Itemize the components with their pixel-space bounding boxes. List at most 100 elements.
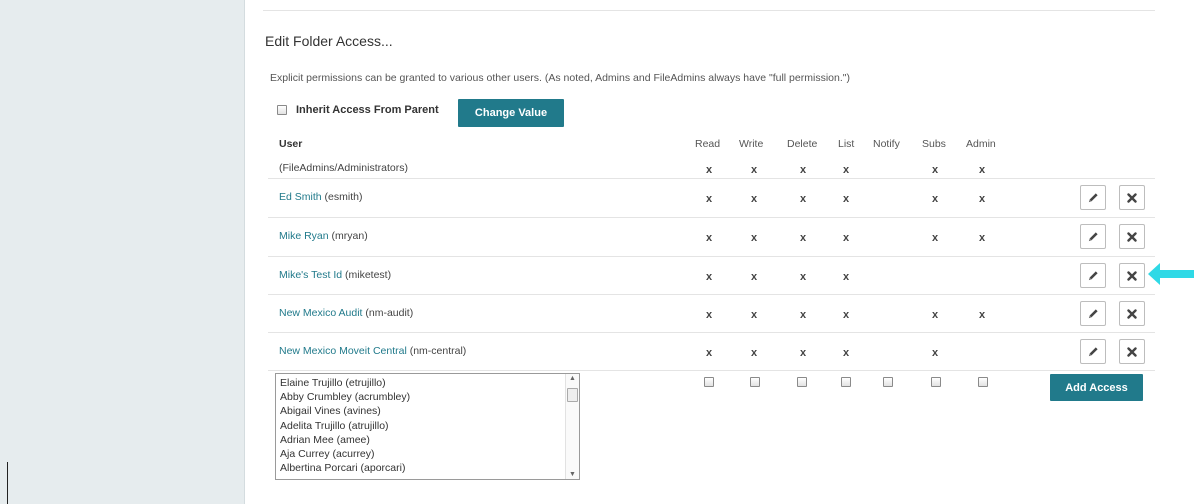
arrow-left-icon	[1148, 263, 1194, 285]
add-access-button[interactable]: Add Access	[1050, 374, 1143, 401]
edit-button[interactable]	[1080, 185, 1106, 210]
permission-write-mark: x	[751, 309, 758, 321]
user-id: (FileAdmins/Administrators)	[279, 161, 408, 174]
user-cell: New Mexico Audit (nm-audit)	[279, 307, 413, 319]
user-id: (esmith)	[321, 191, 363, 203]
list-item[interactable]: Albertina Porcari (aporcari)	[280, 461, 410, 475]
new-admin-checkbox[interactable]	[978, 377, 988, 387]
edit-button[interactable]	[1080, 224, 1106, 249]
new-subs-checkbox[interactable]	[931, 377, 941, 387]
new-write-checkbox[interactable]	[750, 377, 760, 387]
permission-write-mark: x	[751, 347, 758, 359]
permission-delete-mark: x	[800, 232, 807, 244]
remove-access-button[interactable]	[1119, 263, 1145, 288]
permission-delete-mark: x	[800, 193, 807, 205]
new-list-checkbox[interactable]	[841, 377, 851, 387]
new-read-checkbox[interactable]	[704, 377, 714, 387]
list-item[interactable]: Elaine Trujillo (etrujillo)	[280, 376, 410, 390]
remove-access-button[interactable]	[1119, 301, 1145, 326]
permission-subs-mark: x	[932, 309, 939, 321]
permission-list-mark: x	[843, 347, 850, 359]
column-header-admin: Admin	[966, 138, 996, 150]
permission-delete-mark: x	[800, 309, 807, 321]
close-icon	[1127, 308, 1137, 319]
permission-list-mark: x	[843, 309, 850, 321]
user-select-options: Elaine Trujillo (etrujillo) Abby Crumbley…	[280, 376, 410, 475]
permission-admin-mark: x	[979, 309, 986, 321]
list-item[interactable]: Abigail Vines (avines)	[280, 404, 410, 418]
close-icon	[1127, 192, 1137, 203]
inherit-access-checkbox[interactable]	[277, 105, 287, 115]
user-link[interactable]: Ed Smith	[279, 191, 322, 203]
change-value-button[interactable]: Change Value	[458, 99, 564, 127]
list-item[interactable]: Adrian Mee (amee)	[280, 433, 410, 447]
list-item[interactable]: Abby Crumbley (acrumbley)	[280, 390, 410, 404]
table-row: New Mexico Audit (nm-audit) x x x x x x	[268, 295, 1155, 333]
table-row: (FileAdmins/Administrators) x x x x x x	[268, 158, 1155, 179]
pencil-icon	[1088, 193, 1098, 203]
permission-subs-mark: x	[932, 347, 939, 359]
permission-delete-mark: x	[800, 163, 807, 176]
inherit-access-option[interactable]: Inherit Access From Parent	[277, 104, 439, 116]
edit-button[interactable]	[1080, 339, 1106, 364]
permission-write-mark: x	[751, 232, 758, 244]
edit-button[interactable]	[1080, 301, 1106, 326]
user-link[interactable]: New Mexico Audit	[279, 307, 362, 319]
user-select-list[interactable]: Elaine Trujillo (etrujillo) Abby Crumbley…	[275, 373, 580, 480]
permission-admin-mark: x	[979, 163, 986, 176]
new-delete-checkbox[interactable]	[797, 377, 807, 387]
column-header-subs: Subs	[922, 138, 946, 150]
user-link[interactable]: New Mexico Moveit Central	[279, 345, 407, 357]
permission-subs-mark: x	[932, 232, 939, 244]
permission-admin-mark: x	[979, 193, 986, 205]
permission-list-mark: x	[843, 271, 850, 283]
permission-subs-mark: x	[932, 193, 939, 205]
permission-delete-mark: x	[800, 271, 807, 283]
permission-read-mark: x	[706, 163, 713, 176]
sidebar	[0, 0, 245, 504]
scroll-thumb[interactable]	[567, 388, 578, 402]
permission-read-mark: x	[706, 309, 713, 321]
permission-write-mark: x	[751, 193, 758, 205]
remove-access-button[interactable]	[1119, 339, 1145, 364]
user-id: (miketest)	[342, 269, 392, 281]
user-id: (mryan)	[328, 230, 368, 242]
permission-subs-mark: x	[932, 163, 939, 176]
user-link[interactable]: Mike's Test Id	[279, 269, 342, 281]
permission-write-mark: x	[751, 271, 758, 283]
remove-access-button[interactable]	[1119, 224, 1145, 249]
permission-delete-mark: x	[800, 347, 807, 359]
user-link[interactable]: Mike Ryan	[279, 230, 329, 242]
table-row: Mike's Test Id (miketest) x x x x	[268, 257, 1155, 295]
page-title: Edit Folder Access...	[265, 33, 393, 49]
user-id: (nm-audit)	[362, 307, 414, 319]
user-cell: Mike Ryan (mryan)	[279, 230, 368, 242]
remove-access-button[interactable]	[1119, 185, 1145, 210]
pencil-icon	[1088, 347, 1098, 357]
close-icon	[1127, 346, 1137, 357]
pencil-icon	[1088, 309, 1098, 319]
permission-admin-mark: x	[979, 232, 986, 244]
pencil-icon	[1088, 232, 1098, 242]
list-item[interactable]: Adelita Trujillo (atrujillo)	[280, 419, 410, 433]
column-header-list: List	[838, 138, 855, 150]
sidebar-divider	[7, 462, 8, 504]
user-cell: Mike's Test Id (miketest)	[279, 269, 391, 281]
user-id: (nm-central)	[406, 345, 467, 357]
permission-write-mark: x	[751, 163, 758, 176]
scroll-up-icon[interactable]: ▲	[569, 375, 576, 382]
row-divider	[268, 370, 1155, 371]
user-list-scrollbar[interactable]: ▲ ▼	[565, 374, 579, 479]
edit-button[interactable]	[1080, 263, 1106, 288]
list-item[interactable]: Aja Currey (acurrey)	[280, 447, 410, 461]
column-header-read: Read	[695, 138, 721, 150]
column-header-user: User	[279, 138, 303, 150]
pencil-icon	[1088, 271, 1098, 281]
new-notify-checkbox[interactable]	[883, 377, 893, 387]
permissions-description: Explicit permissions can be granted to v…	[270, 72, 850, 84]
close-icon	[1127, 231, 1137, 242]
top-divider	[263, 10, 1155, 11]
permission-read-mark: x	[706, 347, 713, 359]
scroll-down-icon[interactable]: ▼	[569, 471, 576, 478]
permission-read-mark: x	[706, 232, 713, 244]
